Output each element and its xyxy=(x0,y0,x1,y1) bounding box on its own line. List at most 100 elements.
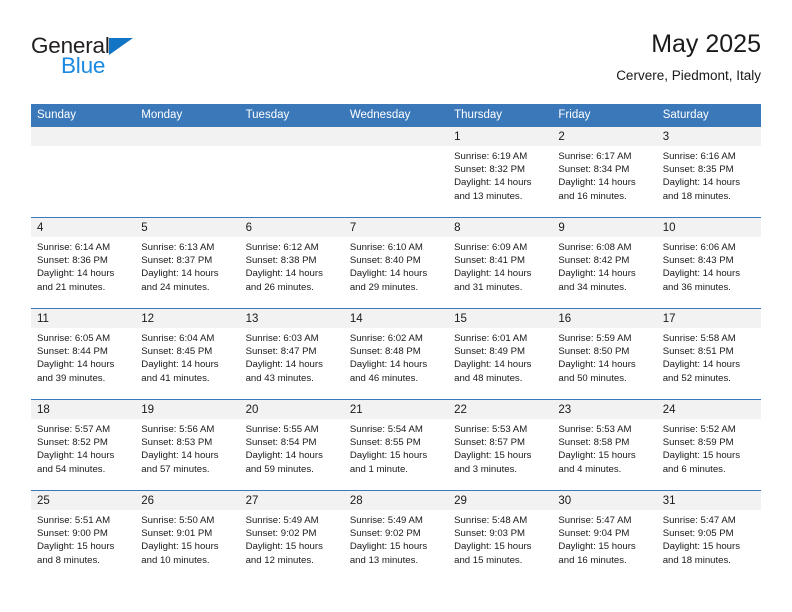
sunset-text: Sunset: 8:45 PM xyxy=(141,346,213,358)
day-number xyxy=(31,127,136,146)
sunrise-text: Sunrise: 6:02 AM xyxy=(349,333,423,344)
daylight-text-line1: Daylight: 15 hours xyxy=(141,541,219,553)
day-cell-inner: 16 Sunrise: 5:59 AM Sunset: 8:50 PM Dayligh… xyxy=(552,309,657,399)
sunrise-text: Sunrise: 6:10 AM xyxy=(349,242,423,253)
day-cell-inner: 5 Sunrise: 6:13 AM Sunset: 8:37 PM Daylight… xyxy=(135,218,240,308)
day-number: 10 xyxy=(656,218,761,237)
general-blue-logo[interactable]: General Blue xyxy=(31,34,231,91)
day-cell-inner: 28 Sunrise: 5:49 AM Sunset: 9:02 PM Dayligh… xyxy=(343,491,449,581)
daylight-text-line1: Daylight: 14 hours xyxy=(558,268,636,280)
sunrise-text: Sunrise: 5:53 AM xyxy=(454,424,528,435)
day-cell-inner: 17 Sunrise: 5:58 AM Sunset: 8:51 PM Dayligh… xyxy=(656,309,761,399)
day-cell-inner: 6 Sunrise: 6:12 AM Sunset: 8:38 PM Daylight… xyxy=(239,218,344,308)
sunrise-text: Sunrise: 6:17 AM xyxy=(558,151,632,162)
calendar-grid: Sunday Monday Tuesday Wednesday Thursday Frid… xyxy=(31,104,761,581)
daylight-text-line2: and 41 minutes. xyxy=(141,372,210,384)
calendar-day-cell[interactable]: 24 Sunrise: 5:52 AM Sunset: 8:59 PM Dayligh… xyxy=(656,399,761,491)
calendar-day-cell[interactable]: 15 Sunrise: 6:01 AM Sunset: 8:49 PM Dayligh… xyxy=(448,308,553,400)
daylight-text-line1: Daylight: 14 hours xyxy=(141,359,219,371)
calendar-day-cell[interactable]: 3 Sunrise: 6:16 AM Sunset: 8:35 PM Daylight… xyxy=(656,127,761,218)
daylight-text-line1: Daylight: 15 hours xyxy=(245,541,323,553)
day-cell-inner: 3 Sunrise: 6:16 AM Sunset: 8:35 PM Daylight… xyxy=(656,127,761,217)
daylight-text-line1: Daylight: 14 hours xyxy=(662,177,741,189)
day-number: 14 xyxy=(343,309,449,328)
day-cell-inner: 12 Sunrise: 6:04 AM Sunset: 8:45 PM Dayligh… xyxy=(135,309,240,399)
day-number: 18 xyxy=(31,400,136,419)
calendar-day-cell[interactable]: 28 Sunrise: 5:49 AM Sunset: 9:02 PM Dayligh… xyxy=(343,490,449,581)
calendar-day-cell[interactable]: 17 Sunrise: 5:58 AM Sunset: 8:51 PM Dayligh… xyxy=(656,308,761,400)
calendar-day-cell[interactable]: 21 Sunrise: 5:54 AM Sunset: 8:55 PM Dayligh… xyxy=(343,399,449,491)
calendar-day-cell[interactable]: 4 Sunrise: 6:14 AM Sunset: 8:36 PM Daylight… xyxy=(31,217,136,309)
calendar-day-cell[interactable]: 19 Sunrise: 5:56 AM Sunset: 8:53 PM Dayligh… xyxy=(135,399,240,491)
calendar-day-cell[interactable]: 5 Sunrise: 6:13 AM Sunset: 8:37 PM Daylight… xyxy=(135,217,240,309)
day-number: 25 xyxy=(31,491,136,510)
day-number: 30 xyxy=(552,491,657,510)
day-cell-inner: 23 Sunrise: 5:53 AM Sunset: 8:58 PM Dayligh… xyxy=(552,400,657,490)
sunrise-text: Sunrise: 5:48 AM xyxy=(454,515,528,526)
page-title: May 2025 xyxy=(651,30,761,58)
calendar-day-cell[interactable]: 2 Sunrise: 6:17 AM Sunset: 8:34 PM Daylight… xyxy=(552,127,657,218)
calendar-day-cell[interactable]: 30 Sunrise: 5:47 AM Sunset: 9:04 PM Dayligh… xyxy=(552,490,657,581)
sunset-text: Sunset: 9:04 PM xyxy=(558,528,630,540)
calendar-body: 1 Sunrise: 6:19 AM Sunset: 8:32 PM Daylight… xyxy=(31,127,761,581)
sunrise-text: Sunrise: 5:53 AM xyxy=(558,424,632,435)
calendar-day-cell[interactable]: 13 Sunrise: 6:03 AM Sunset: 8:47 PM Dayligh… xyxy=(239,308,344,400)
sunrise-text: Sunrise: 6:13 AM xyxy=(141,242,215,253)
sunrise-text: Sunrise: 6:08 AM xyxy=(558,242,632,253)
calendar-day-cell[interactable]: 1 Sunrise: 6:19 AM Sunset: 8:32 PM Daylight… xyxy=(448,127,553,218)
day-number: 13 xyxy=(239,309,344,328)
sunset-text: Sunset: 8:42 PM xyxy=(558,255,630,267)
day-details: Sunrise: 5:58 AM Sunset: 8:51 PM Daylight:… xyxy=(657,328,761,385)
sunset-text: Sunset: 9:02 PM xyxy=(245,528,317,540)
calendar-day-cell[interactable]: 12 Sunrise: 6:04 AM Sunset: 8:45 PM Dayligh… xyxy=(135,308,240,400)
calendar-week-row: 18 Sunrise: 5:57 AM Sunset: 8:52 PM Dayligh… xyxy=(31,399,761,491)
daylight-text-line2: and 43 minutes. xyxy=(245,372,314,384)
day-cell-inner xyxy=(343,127,449,217)
sunset-text: Sunset: 8:38 PM xyxy=(245,255,317,267)
calendar-day-cell[interactable]: 31 Sunrise: 5:47 AM Sunset: 9:05 PM Dayligh… xyxy=(656,490,761,581)
daylight-text-line2: and 8 minutes. xyxy=(37,554,100,566)
calendar-day-cell[interactable]: 14 Sunrise: 6:02 AM Sunset: 8:48 PM Dayligh… xyxy=(343,308,449,400)
weekday-header-saturday: Saturday xyxy=(656,104,761,127)
calendar-day-cell[interactable]: 11 Sunrise: 6:05 AM Sunset: 8:44 PM Dayligh… xyxy=(31,308,136,400)
calendar-day-cell[interactable]: 16 Sunrise: 5:59 AM Sunset: 8:50 PM Dayligh… xyxy=(552,308,657,400)
day-details: Sunrise: 6:17 AM Sunset: 8:34 PM Daylight:… xyxy=(552,146,656,203)
calendar-day-cell[interactable]: 25 Sunrise: 5:51 AM Sunset: 9:00 PM Dayligh… xyxy=(31,490,136,581)
day-cell-inner: 24 Sunrise: 5:52 AM Sunset: 8:59 PM Dayligh… xyxy=(656,400,761,490)
daylight-text-line2: and 50 minutes. xyxy=(558,372,627,384)
day-details: Sunrise: 6:04 AM Sunset: 8:45 PM Daylight:… xyxy=(135,328,239,385)
calendar-day-cell[interactable]: 20 Sunrise: 5:55 AM Sunset: 8:54 PM Dayligh… xyxy=(239,399,344,491)
sunrise-text: Sunrise: 5:57 AM xyxy=(37,424,111,435)
daylight-text-line2: and 57 minutes. xyxy=(141,463,210,475)
daylight-text-line1: Daylight: 14 hours xyxy=(558,359,636,371)
weekday-header-monday: Monday xyxy=(135,104,240,127)
calendar-day-cell[interactable]: 23 Sunrise: 5:53 AM Sunset: 8:58 PM Dayligh… xyxy=(552,399,657,491)
daylight-text-line1: Daylight: 15 hours xyxy=(37,541,115,553)
daylight-text-line1: Daylight: 14 hours xyxy=(558,177,636,189)
daylight-text-line2: and 12 minutes. xyxy=(245,554,314,566)
calendar-day-cell[interactable]: 7 Sunrise: 6:10 AM Sunset: 8:40 PM Daylight… xyxy=(343,217,449,309)
sunrise-text: Sunrise: 6:03 AM xyxy=(245,333,319,344)
calendar-day-cell[interactable]: 10 Sunrise: 6:06 AM Sunset: 8:43 PM Dayligh… xyxy=(656,217,761,309)
sunset-text: Sunset: 8:53 PM xyxy=(141,437,213,449)
day-cell-inner: 8 Sunrise: 6:09 AM Sunset: 8:41 PM Daylight… xyxy=(448,218,553,308)
day-cell-inner: 18 Sunrise: 5:57 AM Sunset: 8:52 PM Dayligh… xyxy=(31,400,136,490)
calendar-day-cell[interactable]: 27 Sunrise: 5:49 AM Sunset: 9:02 PM Dayligh… xyxy=(239,490,344,581)
day-cell-inner: 2 Sunrise: 6:17 AM Sunset: 8:34 PM Daylight… xyxy=(552,127,657,217)
calendar-day-cell[interactable]: 26 Sunrise: 5:50 AM Sunset: 9:01 PM Dayligh… xyxy=(135,490,240,581)
day-details: Sunrise: 5:52 AM Sunset: 8:59 PM Daylight:… xyxy=(657,419,761,476)
sunrise-text: Sunrise: 6:19 AM xyxy=(454,151,528,162)
calendar-day-cell[interactable]: 22 Sunrise: 5:53 AM Sunset: 8:57 PM Dayligh… xyxy=(448,399,553,491)
daylight-text-line2: and 24 minutes. xyxy=(141,281,210,293)
calendar-day-cell[interactable]: 6 Sunrise: 6:12 AM Sunset: 8:38 PM Daylight… xyxy=(239,217,344,309)
day-number: 2 xyxy=(552,127,657,146)
calendar-day-cell[interactable]: 8 Sunrise: 6:09 AM Sunset: 8:41 PM Daylight… xyxy=(448,217,553,309)
calendar-header-row: Sunday Monday Tuesday Wednesday Thursday Frid… xyxy=(31,104,761,127)
sunrise-text: Sunrise: 6:04 AM xyxy=(141,333,215,344)
calendar-day-cell[interactable]: 9 Sunrise: 6:08 AM Sunset: 8:42 PM Daylight… xyxy=(552,217,657,309)
title-block: May 2025 Cervere, Piedmont, Italy xyxy=(616,30,761,83)
calendar-day-cell[interactable]: 29 Sunrise: 5:48 AM Sunset: 9:03 PM Dayligh… xyxy=(448,490,553,581)
day-details: Sunrise: 6:05 AM Sunset: 8:44 PM Daylight:… xyxy=(31,328,135,385)
sunset-text: Sunset: 8:51 PM xyxy=(662,346,734,358)
calendar-day-cell[interactable]: 18 Sunrise: 5:57 AM Sunset: 8:52 PM Dayligh… xyxy=(31,399,136,491)
